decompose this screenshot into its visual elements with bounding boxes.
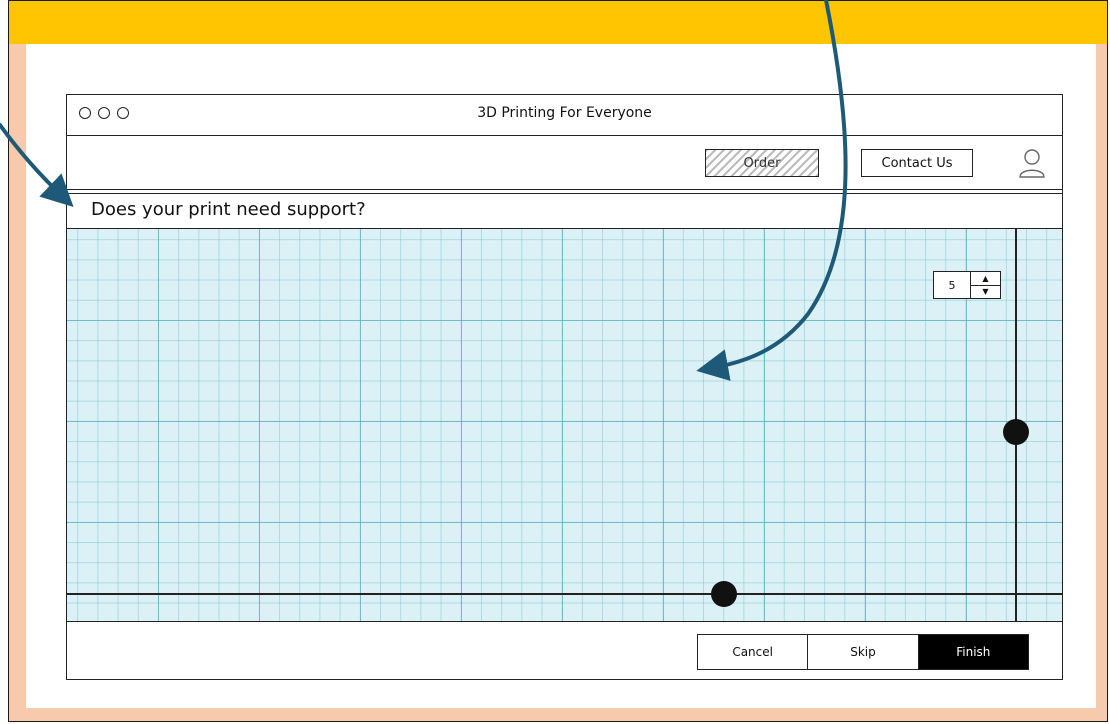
horizontal-slider-handle[interactable] (711, 581, 737, 607)
nav-bar: Order Contact Us (67, 135, 1062, 190)
number-stepper[interactable]: 5 ▲ ▼ (933, 271, 1001, 299)
stepper-value[interactable]: 5 (934, 272, 971, 298)
app-window: 3D Printing For Everyone Order Contact U… (66, 94, 1063, 680)
order-button[interactable]: Order (705, 149, 819, 177)
question-text: Does your print need support? (91, 199, 366, 220)
action-button-group: Cancel Skip Finish (697, 634, 1029, 670)
up-arrow-icon[interactable]: ▲ (971, 272, 1000, 286)
window-title: 3D Printing For Everyone (477, 105, 652, 121)
vertical-slider-handle[interactable] (1003, 419, 1029, 445)
top-banner (8, 0, 1108, 44)
contact-us-button[interactable]: Contact Us (861, 149, 973, 177)
stepper-buttons: ▲ ▼ (971, 272, 1000, 298)
grid-canvas[interactable]: 5 ▲ ▼ (67, 229, 1062, 621)
cancel-button[interactable]: Cancel (698, 635, 808, 669)
horizontal-slider-track (67, 593, 1062, 595)
finish-button[interactable]: Finish (917, 635, 1028, 669)
user-icon[interactable] (1017, 147, 1047, 179)
skip-button[interactable]: Skip (807, 635, 918, 669)
down-arrow-icon[interactable]: ▼ (971, 286, 1000, 299)
footer-bar: Cancel Skip Finish (67, 621, 1062, 681)
question-bar: Does your print need support? (67, 193, 1062, 229)
title-bar: 3D Printing For Everyone (67, 95, 1062, 136)
